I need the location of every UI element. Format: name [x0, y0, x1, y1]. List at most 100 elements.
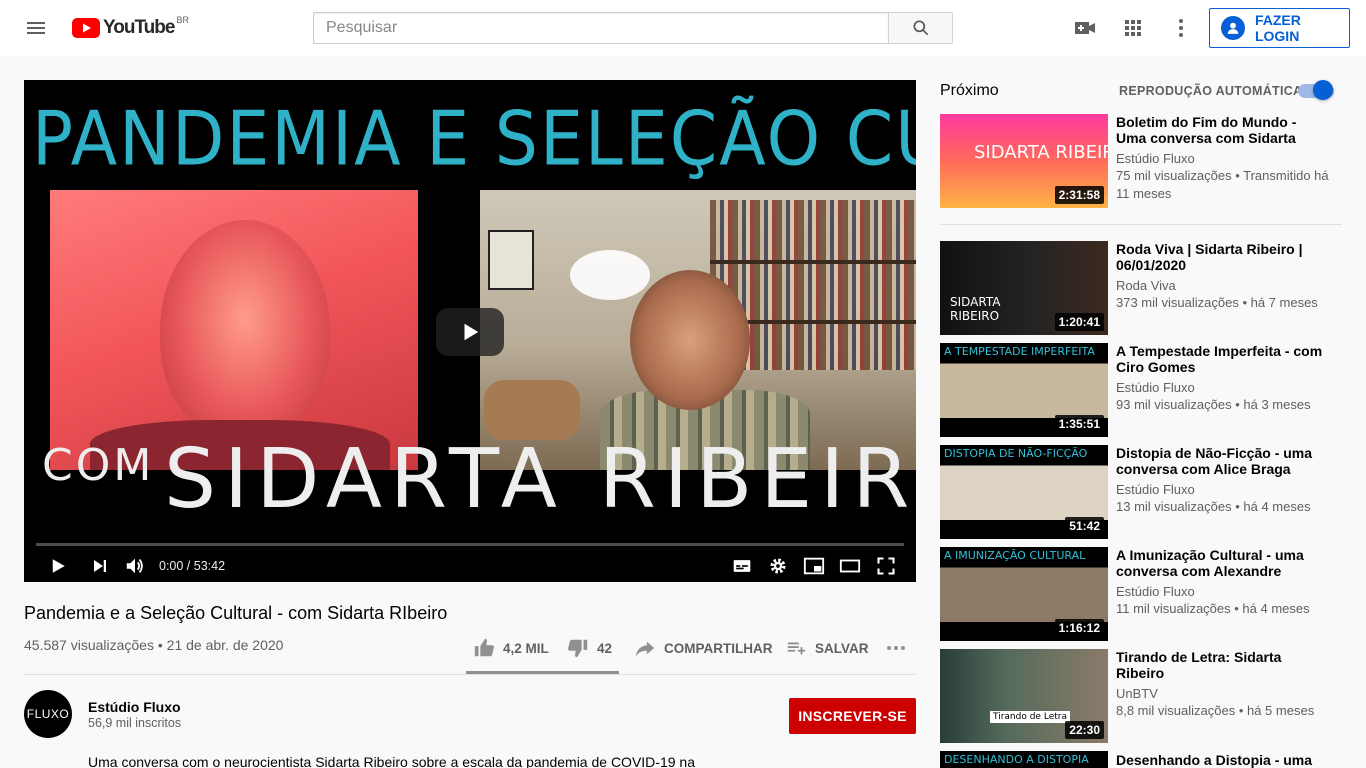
play-button[interactable]: [46, 554, 70, 578]
time-display: 0:00 / 53:42: [159, 559, 226, 573]
video-thumbnail[interactable]: SIDARTA RIBEIRO 1:20:41: [940, 241, 1108, 335]
menu-icon[interactable]: [24, 16, 48, 40]
autoplay-label: REPRODUÇÃO AUTOMÁTICA: [1119, 84, 1303, 98]
recommended-channel[interactable]: Roda Viva: [1116, 278, 1176, 293]
thumbnail-overlay-text: A IMUNIZAÇÃO CULTURAL: [944, 549, 1086, 562]
person-face: [160, 220, 330, 440]
account-icon: [1221, 16, 1245, 40]
subscribe-button[interactable]: INSCREVER-SE: [789, 698, 916, 734]
recommended-meta: 8,8 mil visualizações • há 5 meses: [1116, 703, 1315, 718]
miniplayer-button[interactable]: [802, 554, 826, 578]
duration-badge: 1:20:41: [1054, 313, 1104, 331]
like-button[interactable]: 4,2 MIL: [473, 636, 549, 660]
theater-mode-button[interactable]: [838, 554, 862, 578]
shelf-board: [710, 260, 916, 264]
duration-badge: 1:16:12: [1054, 619, 1104, 637]
person-face: [630, 270, 750, 410]
recommended-video[interactable]: SIDARTA RIBEIRO 1:20:41 Roda Viva | Sida…: [940, 241, 1342, 335]
video-thumbnail[interactable]: A IMUNIZAÇÃO CULTURAL 1:16:12: [940, 547, 1108, 641]
recommended-channel[interactable]: Estúdio Fluxo: [1116, 151, 1195, 166]
thumbnail-com-text: COM: [42, 440, 155, 491]
subtitles-button[interactable]: [730, 554, 754, 578]
channel-avatar[interactable]: FLUXO: [24, 690, 72, 738]
recommended-channel[interactable]: Estúdio Fluxo: [1116, 380, 1195, 395]
dislike-button[interactable]: 42: [567, 636, 612, 660]
duration-badge: 22:30: [1065, 721, 1104, 739]
volume-button[interactable]: [123, 554, 147, 578]
video-thumbnail[interactable]: A TEMPESTADE IMPERFEITA 1:35:51: [940, 343, 1108, 437]
youtube-logo-icon: [72, 18, 100, 38]
search-button[interactable]: [888, 12, 953, 44]
divider: [24, 674, 916, 675]
video-thumbnail[interactable]: SIDARTA RIBEIRO 2:31:58: [940, 114, 1108, 208]
dislike-count: 42: [597, 640, 613, 656]
recommended-title: Desenhando a Distopia - uma: [1116, 752, 1313, 768]
recommended-channel[interactable]: Estúdio Fluxo: [1116, 584, 1195, 599]
duration-badge: 2:31:58: [1054, 186, 1104, 204]
video-thumbnail[interactable]: DESENHANDO A DISTOPIA: [940, 751, 1108, 768]
save-button[interactable]: SALVAR: [785, 636, 869, 660]
login-button[interactable]: FAZER LOGIN: [1209, 8, 1350, 48]
thumbnail-overlay-text: Tirando de Letra: [990, 711, 1070, 723]
play-icon: [464, 323, 479, 341]
video-thumbnail[interactable]: Tirando de Letra 22:30: [940, 649, 1108, 743]
video-description: Uma conversa com o neurocientista Sidart…: [88, 754, 695, 768]
youtube-logo[interactable]: YouTube BR: [72, 15, 189, 39]
settings-button[interactable]: [766, 554, 790, 578]
more-actions-button[interactable]: [884, 636, 916, 660]
login-label: FAZER LOGIN: [1254, 12, 1301, 44]
thumbnail-overlay-text: SIDARTA RIBEIRO: [974, 142, 1108, 163]
search-box: [313, 12, 889, 44]
share-button[interactable]: COMPARTILHAR: [634, 636, 773, 660]
thumbnail-title-art: PANDEMIA E SELEÇÃO CULTURAL: [32, 96, 916, 183]
player-controls: 0:00 / 53:42: [24, 550, 916, 582]
recommended-meta: 11 mil visualizações • há 4 meses: [1116, 601, 1310, 616]
right-video-pane: [480, 190, 916, 470]
armchair: [484, 380, 580, 440]
divider: [940, 224, 1342, 225]
more-vert-icon[interactable]: [1169, 16, 1193, 40]
gear-icon: [770, 558, 786, 574]
lamp: [570, 250, 650, 300]
theater-mode-icon: [839, 559, 861, 573]
search-input[interactable]: [314, 13, 888, 43]
recommended-title: Tirando de Letra: Sidarta Ribeiro: [1116, 649, 1282, 681]
recommended-meta: 373 mil visualizações • há 7 meses: [1116, 295, 1318, 310]
recommended-title: Boletim do Fim do Mundo - Uma conversa c…: [1116, 114, 1297, 146]
recommended-video[interactable]: DISTOPIA DE NÃO-FICÇÃO 51:42 Distopia de…: [940, 445, 1342, 539]
recommended-video[interactable]: A IMUNIZAÇÃO CULTURAL 1:16:12 A Imunizaç…: [940, 547, 1342, 641]
share-label: COMPARTILHAR: [664, 640, 773, 656]
progress-bar[interactable]: [36, 543, 904, 546]
fullscreen-button[interactable]: [874, 554, 898, 578]
autoplay-toggle-knob[interactable]: [1313, 80, 1333, 100]
next-button[interactable]: [88, 554, 112, 578]
video-player[interactable]: PANDEMIA E SELEÇÃO CULTURAL COM SIDARTA …: [24, 80, 916, 582]
duration-badge: 1:35:51: [1054, 415, 1104, 433]
recommended-channel[interactable]: Estúdio Fluxo: [1116, 482, 1195, 497]
large-play-button[interactable]: [436, 308, 504, 356]
save-label: SALVAR: [815, 640, 869, 656]
subtitles-icon: [733, 560, 751, 572]
recommended-title: A Imunização Cultural - uma conversa com…: [1116, 547, 1304, 579]
thumbnail-overlay-text: A TEMPESTADE IMPERFEITA: [944, 345, 1095, 358]
recommended-channel[interactable]: UnBTV: [1116, 686, 1158, 701]
video-title: Pandemia e a Seleção Cultural - com Sida…: [24, 603, 448, 623]
recommended-video[interactable]: DESENHANDO A DISTOPIA Desenhando a Disto…: [940, 751, 1342, 768]
apps-grid-icon[interactable]: [1121, 16, 1145, 40]
thumbnail-overlay-text: DESENHANDO A DISTOPIA: [944, 753, 1089, 766]
duration-badge: 51:42: [1065, 517, 1104, 535]
create-video-icon[interactable]: [1073, 16, 1097, 40]
playlist-add-icon: [787, 642, 806, 655]
recommended-video[interactable]: SIDARTA RIBEIRO 2:31:58 Boletim do Fim d…: [940, 114, 1342, 208]
recommended-video[interactable]: A TEMPESTADE IMPERFEITA 1:35:51 A Tempes…: [940, 343, 1342, 437]
share-icon: [635, 641, 655, 657]
recommended-meta: 93 mil visualizações • há 3 meses: [1116, 397, 1311, 412]
video-thumbnail[interactable]: DISTOPIA DE NÃO-FICÇÃO 51:42: [940, 445, 1108, 539]
wall-poster: [488, 230, 534, 290]
skip-next-icon: [94, 560, 106, 572]
channel-name[interactable]: Estúdio Fluxo: [88, 699, 181, 715]
top-bar: YouTube BR FAZER LOGIN: [0, 0, 1366, 56]
recommended-video[interactable]: Tirando de Letra 22:30 Tirando de Letra:…: [940, 649, 1342, 743]
miniplayer-icon: [803, 557, 825, 575]
more-horiz-icon: [887, 646, 905, 650]
